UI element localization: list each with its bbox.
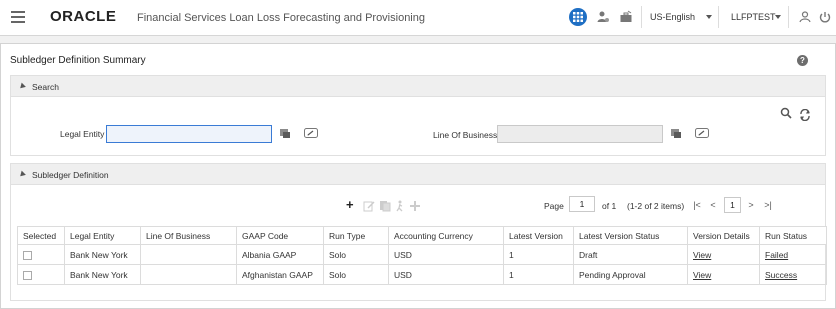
first-page-icon[interactable]: |< <box>692 200 702 210</box>
hierarchy-browser-icon[interactable] <box>279 127 291 139</box>
row-checkbox-cell <box>17 244 65 265</box>
line-of-business-input[interactable] <box>497 125 663 143</box>
version-details-cell: View <box>687 264 760 285</box>
app-title: Financial Services Loan Loss Forecasting… <box>137 12 425 24</box>
definition-section-title: Subledger Definition <box>32 170 109 180</box>
column-header[interactable]: Line Of Business <box>140 226 237 245</box>
run-status-link[interactable]: Success <box>765 270 797 280</box>
row-checkbox[interactable] <box>23 250 32 260</box>
chevron-down-icon[interactable] <box>775 15 781 19</box>
admin-user-icon[interactable] <box>596 10 610 24</box>
subledger-table: Selected Legal Entity Line Of Business G… <box>17 226 827 285</box>
legal-entity-label: Legal Entity <box>60 129 105 139</box>
gaap-code-cell: Albania GAAP <box>236 244 324 265</box>
user-menu[interactable]: LLFPTEST <box>731 12 776 22</box>
oracle-logo: ORACLE <box>50 8 117 25</box>
column-header[interactable]: Version Details <box>687 226 760 245</box>
column-header[interactable]: GAAP Code <box>236 226 324 245</box>
column-header[interactable]: Legal Entity <box>64 226 141 245</box>
column-header[interactable]: Latest Version <box>503 226 574 245</box>
column-header[interactable]: Run Type <box>323 226 389 245</box>
run-icon <box>396 200 403 212</box>
page-count: of 1 <box>602 201 617 211</box>
logout-icon[interactable] <box>818 10 832 24</box>
line-of-business-label: Line Of Business <box>433 130 498 140</box>
row-checkbox-cell <box>17 264 65 285</box>
view-link[interactable]: View <box>693 270 711 280</box>
items-count: (1-2 of 2 items) <box>627 201 685 211</box>
legal-entity-cell: Bank New York <box>64 244 141 265</box>
run-status-cell: Failed <box>759 244 827 265</box>
search-section-header[interactable]: Search <box>10 75 826 97</box>
chevron-down-icon[interactable] <box>706 15 712 19</box>
run-status-link[interactable]: Failed <box>765 250 788 260</box>
table-row[interactable]: Bank New York Afghanistan GAAP Solo USD … <box>17 264 827 285</box>
currency-cell: USD <box>388 244 504 265</box>
add-icon[interactable]: + <box>346 197 354 212</box>
edit-icon <box>363 201 375 212</box>
hierarchy-browser-icon[interactable] <box>670 127 682 139</box>
help-icon[interactable]: ? <box>797 55 808 66</box>
language-select[interactable]: US-English <box>650 12 695 22</box>
run-type-cell: Solo <box>323 264 389 285</box>
collapse-triangle-icon[interactable] <box>18 170 26 179</box>
applications-grid-icon[interactable] <box>569 8 587 26</box>
currency-cell: USD <box>388 264 504 285</box>
view-selection-icon[interactable] <box>695 127 709 139</box>
table-row[interactable]: Bank New York Albania GAAP Solo USD 1 Dr… <box>17 244 827 265</box>
briefcase-icon[interactable] <box>619 10 633 24</box>
page-title: Subledger Definition Summary <box>10 55 146 66</box>
next-page-icon[interactable]: > <box>746 200 756 210</box>
definition-section-header[interactable]: Subledger Definition <box>10 163 826 185</box>
copy-icon <box>380 201 391 212</box>
row-checkbox[interactable] <box>23 270 32 280</box>
latest-version-cell: 1 <box>503 244 574 265</box>
lob-cell <box>140 264 237 285</box>
latest-version-cell: 1 <box>503 264 574 285</box>
run-type-cell: Solo <box>323 244 389 265</box>
divider <box>641 6 642 28</box>
current-page-button[interactable]: 1 <box>724 197 741 213</box>
lob-cell <box>140 244 237 265</box>
collapse-triangle-icon[interactable] <box>18 82 26 91</box>
hamburger-menu-icon[interactable] <box>11 11 25 23</box>
page-number-input[interactable]: 1 <box>569 196 595 212</box>
search-icon[interactable] <box>780 107 792 119</box>
column-header[interactable]: Latest Version Status <box>573 226 688 245</box>
legal-entity-input[interactable] <box>106 125 272 143</box>
page-label: Page <box>544 201 564 211</box>
divider <box>788 6 789 28</box>
reset-icon[interactable] <box>799 109 811 121</box>
last-page-icon[interactable]: >| <box>763 200 773 210</box>
table-header-row: Selected Legal Entity Line Of Business G… <box>17 226 827 245</box>
version-status-cell: Draft <box>573 244 688 265</box>
gaap-code-cell: Afghanistan GAAP <box>236 264 324 285</box>
divider <box>718 6 719 28</box>
column-header[interactable]: Accounting Currency <box>388 226 504 245</box>
prev-page-icon[interactable]: < <box>708 200 718 210</box>
column-header[interactable]: Run Status <box>759 226 827 245</box>
version-details-cell: View <box>687 244 760 265</box>
top-bar: ORACLE Financial Services Loan Loss Fore… <box>0 0 836 36</box>
version-status-cell: Pending Approval <box>573 264 688 285</box>
approve-icon <box>410 201 420 211</box>
run-status-cell: Success <box>759 264 827 285</box>
user-profile-icon[interactable] <box>798 10 812 24</box>
legal-entity-cell: Bank New York <box>64 264 141 285</box>
view-link[interactable]: View <box>693 250 711 260</box>
search-section-title: Search <box>32 82 59 92</box>
column-header[interactable]: Selected <box>17 226 65 245</box>
view-selection-icon[interactable] <box>304 127 318 139</box>
